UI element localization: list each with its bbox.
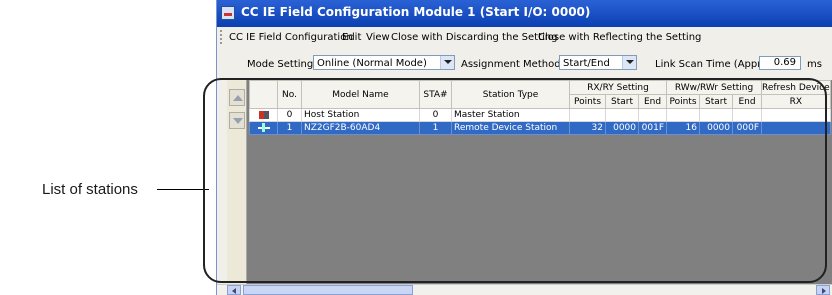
master-station-icon [258, 110, 269, 119]
assignment-method-select[interactable]: Start/End [559, 55, 637, 70]
row-icon-cell [249, 121, 278, 135]
move-up-button[interactable] [229, 89, 245, 106]
header-rx-start[interactable]: Start [605, 94, 639, 109]
cell-rw-end[interactable] [732, 108, 762, 122]
cell-model-name[interactable]: NZ2GF2B-60AD4 [301, 121, 420, 135]
menu-bar: CC IE Field Configuration Edit View Clos… [217, 27, 832, 47]
header-sta[interactable]: STA# [419, 80, 452, 109]
cell-sta[interactable]: 0 [419, 108, 452, 122]
horizontal-scrollbar[interactable] [217, 284, 832, 295]
cell-rx-start[interactable]: 0000 [605, 121, 639, 135]
toolbar-grip[interactable] [220, 30, 224, 44]
station-list-grid: No. Model Name STA# Station Type RX/RY S… [227, 80, 832, 284]
table-row-selected[interactable]: 1 NZ2GF2B-60AD4 1 Remote Device Station … [249, 121, 831, 135]
header-model-name[interactable]: Model Name [301, 80, 420, 109]
scroll-right-icon[interactable] [816, 285, 830, 295]
header-icon [249, 80, 278, 109]
callout-leader-line [157, 189, 209, 190]
header-refresh-device: Refresh Device [761, 80, 831, 95]
move-down-button[interactable] [229, 112, 245, 129]
cell-station-type[interactable]: Remote Device Station [451, 121, 570, 135]
cell-rw-start[interactable] [699, 108, 733, 122]
cell-model-name[interactable]: Host Station [301, 108, 420, 122]
cell-rw-start[interactable]: 0000 [699, 121, 733, 135]
row-icon-cell [249, 108, 278, 122]
menu-view[interactable]: View [366, 32, 390, 43]
menu-edit[interactable]: Edit [342, 32, 361, 43]
cell-rx-end[interactable] [638, 108, 667, 122]
header-rw-end[interactable]: End [732, 94, 762, 109]
header-refresh-rx[interactable]: RX [761, 94, 831, 109]
mode-setting-value: Online (Normal Mode) [317, 58, 427, 69]
scroll-left-icon[interactable] [227, 285, 241, 295]
cell-rx-end[interactable]: 001F [638, 121, 667, 135]
cell-sta[interactable]: 1 [419, 121, 452, 135]
remote-station-icon [257, 123, 270, 132]
header-rx-points[interactable]: Points [569, 94, 606, 109]
link-scan-time-field: 0.69 [759, 56, 801, 70]
chevron-down-icon[interactable] [622, 56, 636, 69]
scrollbar-thumb[interactable] [243, 285, 413, 295]
header-rwwrwr-setting: RWw/RWr Setting [666, 80, 762, 95]
menu-close-reflect[interactable]: Close with Reflecting the Setting [538, 32, 701, 43]
window-title: CC IE Field Configuration Module 1 (Star… [241, 5, 591, 19]
assignment-method-value: Start/End [563, 58, 610, 69]
assignment-method-label: Assignment Method: [461, 59, 564, 70]
header-rw-start[interactable]: Start [699, 94, 733, 109]
cell-rw-end[interactable]: 000F [732, 121, 762, 135]
cell-rw-points[interactable]: 16 [666, 121, 700, 135]
cell-refresh-rx[interactable] [761, 108, 831, 122]
menu-cc-ie-field-configuration[interactable]: CC IE Field Configuration [229, 32, 353, 43]
cell-refresh-rx[interactable] [761, 121, 831, 135]
header-rxry-setting: RX/RY Setting [569, 80, 667, 95]
settings-bar: Mode Setting: Online (Normal Mode) Assig… [217, 50, 832, 76]
menu-close-discard[interactable]: Close with Discarding the Setting [391, 32, 557, 43]
cell-no[interactable]: 0 [277, 108, 302, 122]
cell-station-type[interactable]: Master Station [451, 108, 570, 122]
cell-rx-points[interactable] [569, 108, 606, 122]
callout-label: List of stations [42, 181, 138, 198]
header-no[interactable]: No. [277, 80, 302, 109]
cell-rw-points[interactable] [666, 108, 700, 122]
cell-no[interactable]: 1 [277, 121, 302, 135]
cell-rx-start[interactable] [605, 108, 639, 122]
app-icon [221, 6, 235, 20]
title-bar: CC IE Field Configuration Module 1 (Star… [217, 0, 832, 27]
header-rw-points[interactable]: Points [666, 94, 700, 109]
configuration-window: CC IE Field Configuration Module 1 (Star… [216, 0, 832, 295]
header-station-type[interactable]: Station Type [451, 80, 570, 109]
station-table: No. Model Name STA# Station Type RX/RY S… [249, 80, 831, 135]
link-scan-time-unit: ms [807, 59, 822, 70]
mode-setting-select[interactable]: Online (Normal Mode) [313, 55, 455, 70]
table-row[interactable]: 0 Host Station 0 Master Station [249, 108, 831, 122]
cell-rx-points[interactable]: 32 [569, 121, 606, 135]
mode-setting-label: Mode Setting: [247, 59, 317, 70]
header-rx-end[interactable]: End [638, 94, 667, 109]
chevron-down-icon[interactable] [440, 56, 454, 69]
row-move-controls [227, 80, 247, 284]
